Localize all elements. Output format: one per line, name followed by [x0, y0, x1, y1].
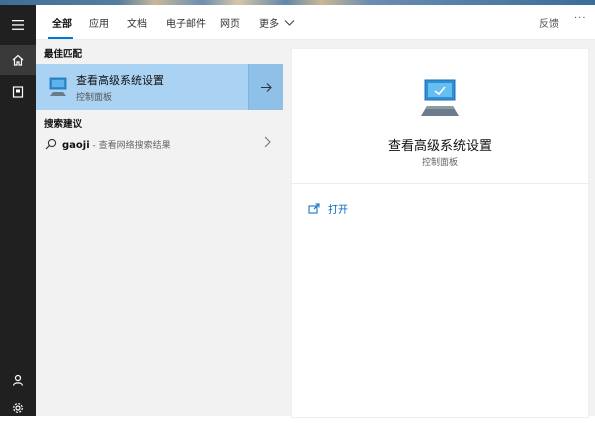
suggestion-query: gaoji [62, 140, 90, 151]
best-match-item: 查看高级系统设置 控制面板 [36, 64, 283, 110]
active-tab-indicator [48, 37, 73, 39]
tab-web[interactable]: 网页 [220, 15, 240, 30]
notebook-button[interactable] [0, 77, 36, 107]
pane-gutter-top [283, 40, 595, 48]
open-icon [308, 203, 320, 214]
open-label: 打开 [328, 205, 348, 216]
feedback-button[interactable]: 反馈 [539, 15, 559, 30]
system-settings-large-icon [421, 79, 459, 116]
tab-more-label: 更多 [259, 19, 279, 30]
hamburger-icon [12, 20, 24, 30]
search-scope-tabs: 全部 应用 文档 电子邮件 网页 更多 反馈 ··· [36, 5, 595, 40]
user-icon [12, 374, 24, 386]
web-search-suggestion[interactable]: gaoji - 查看网络搜索结果 [36, 132, 283, 156]
search-icon [45, 138, 57, 150]
open-action[interactable]: 打开 [308, 201, 348, 216]
preview-subtitle: 控制面板 [421, 158, 458, 168]
system-settings-icon [49, 77, 67, 96]
chevron-down-icon [284, 20, 295, 26]
search-suggestions-heading: 搜索建议 [44, 119, 83, 130]
hamburger-menu-button[interactable] [0, 10, 36, 40]
start-rail [0, 5, 36, 416]
tab-documents[interactable]: 文档 [127, 15, 147, 30]
suggestion-hint: - 查看网络搜索结果 [89, 141, 171, 151]
preview-title: 查看高级系统设置 [387, 139, 492, 154]
best-match-title: 查看高级系统设置 [76, 74, 164, 87]
settings-button[interactable] [0, 393, 36, 423]
more-options-button[interactable]: ··· [574, 13, 587, 24]
tab-apps[interactable]: 应用 [89, 15, 109, 30]
account-button[interactable] [0, 365, 36, 395]
tab-email[interactable]: 电子邮件 [166, 15, 206, 30]
preview-pane: 查看高级系统设置 控制面板 打开 [291, 48, 589, 418]
preview-divider [292, 183, 588, 184]
tab-all[interactable]: 全部 [52, 15, 72, 30]
tab-more[interactable]: 更多 [259, 15, 295, 30]
best-match-expand-button[interactable] [248, 64, 283, 110]
best-match-open-area[interactable]: 查看高级系统设置 控制面板 [36, 64, 248, 110]
pane-gutter [283, 40, 291, 416]
results-pane: 最佳匹配 查看高级系统设置 控制面板 搜索建议 gaoji - 查看网络搜索结果 [36, 40, 283, 416]
chevron-right-icon [264, 136, 271, 152]
home-button[interactable] [0, 45, 36, 75]
notebook-icon [12, 86, 24, 98]
best-match-subtitle: 控制面板 [76, 93, 113, 103]
best-match-heading: 最佳匹配 [44, 49, 83, 60]
arrow-right-icon [260, 82, 272, 92]
home-icon [12, 54, 24, 66]
gear-icon [13, 403, 23, 413]
suggestion-text: gaoji - 查看网络搜索结果 [62, 138, 171, 151]
